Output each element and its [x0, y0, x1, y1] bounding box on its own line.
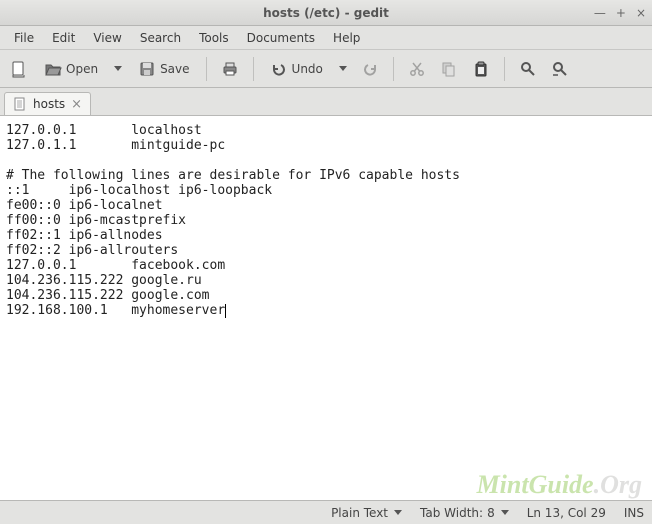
syntax-selector[interactable]: Plain Text [331, 506, 402, 520]
undo-button-group: Undo [264, 56, 351, 82]
redo-icon [361, 60, 379, 78]
menu-edit[interactable]: Edit [44, 28, 83, 48]
menubar: File Edit View Search Tools Documents He… [0, 26, 652, 50]
toolbar-separator [504, 57, 505, 81]
titlebar: hosts (/etc) - gedit — + × [0, 0, 652, 26]
paste-button[interactable] [468, 56, 494, 82]
toolbar-separator [253, 57, 254, 81]
toolbar-separator [393, 57, 394, 81]
chevron-down-icon [339, 66, 347, 71]
menu-help[interactable]: Help [325, 28, 368, 48]
menu-tools[interactable]: Tools [191, 28, 237, 48]
new-document-icon [10, 60, 28, 78]
toolbar: Open Save Undo [0, 50, 652, 88]
copy-button[interactable] [436, 56, 462, 82]
chevron-down-icon [501, 510, 509, 515]
save-label: Save [160, 62, 189, 76]
minimize-button[interactable]: — [594, 6, 606, 20]
text-editor[interactable]: 127.0.0.1 localhost 127.0.1.1 mintguide-… [0, 116, 652, 500]
cursor-position-text: Ln 13, Col 29 [527, 506, 606, 520]
open-dropdown[interactable] [108, 62, 126, 75]
tabwidth-label: Tab Width: [420, 506, 483, 520]
print-button[interactable] [217, 56, 243, 82]
save-icon [138, 60, 156, 78]
menu-file[interactable]: File [6, 28, 42, 48]
cursor-position: Ln 13, Col 29 [527, 506, 606, 520]
chevron-down-icon [114, 66, 122, 71]
document-tab[interactable]: hosts × [4, 92, 91, 115]
menu-view[interactable]: View [85, 28, 129, 48]
cut-button[interactable] [404, 56, 430, 82]
editor-content: 127.0.0.1 localhost 127.0.1.1 mintguide-… [6, 123, 460, 318]
open-button[interactable]: Open [38, 56, 104, 82]
open-label: Open [66, 62, 98, 76]
statusbar: Plain Text Tab Width: 8 Ln 13, Col 29 IN… [0, 500, 652, 524]
insert-mode[interactable]: INS [624, 506, 644, 520]
open-button-group: Open [38, 56, 126, 82]
insert-mode-text: INS [624, 506, 644, 520]
menu-search[interactable]: Search [132, 28, 189, 48]
save-button[interactable]: Save [132, 56, 195, 82]
tab-label: hosts [33, 97, 65, 111]
cut-icon [408, 60, 426, 78]
find-replace-icon [551, 60, 569, 78]
menu-documents[interactable]: Documents [239, 28, 323, 48]
tab-close-button[interactable]: × [71, 98, 82, 111]
new-document-button[interactable] [6, 56, 32, 82]
find-replace-button[interactable] [547, 56, 573, 82]
copy-icon [440, 60, 458, 78]
tabbar: hosts × [0, 88, 652, 116]
chevron-down-icon [394, 510, 402, 515]
print-icon [221, 60, 239, 78]
window-controls: — + × [594, 0, 646, 25]
syntax-label: Plain Text [331, 506, 388, 520]
folder-open-icon [44, 60, 62, 78]
toolbar-separator [206, 57, 207, 81]
window-title: hosts (/etc) - gedit [0, 6, 652, 20]
close-button[interactable]: × [636, 6, 646, 20]
maximize-button[interactable]: + [616, 6, 626, 20]
undo-label: Undo [292, 62, 323, 76]
undo-dropdown[interactable] [333, 62, 351, 75]
search-icon [519, 60, 537, 78]
text-cursor [225, 304, 226, 318]
find-button[interactable] [515, 56, 541, 82]
redo-button[interactable] [357, 56, 383, 82]
tabwidth-value: 8 [487, 506, 495, 520]
undo-icon [270, 60, 288, 78]
tabwidth-selector[interactable]: Tab Width: 8 [420, 506, 509, 520]
undo-button[interactable]: Undo [264, 56, 329, 82]
paste-icon [472, 60, 490, 78]
file-icon [13, 97, 27, 111]
